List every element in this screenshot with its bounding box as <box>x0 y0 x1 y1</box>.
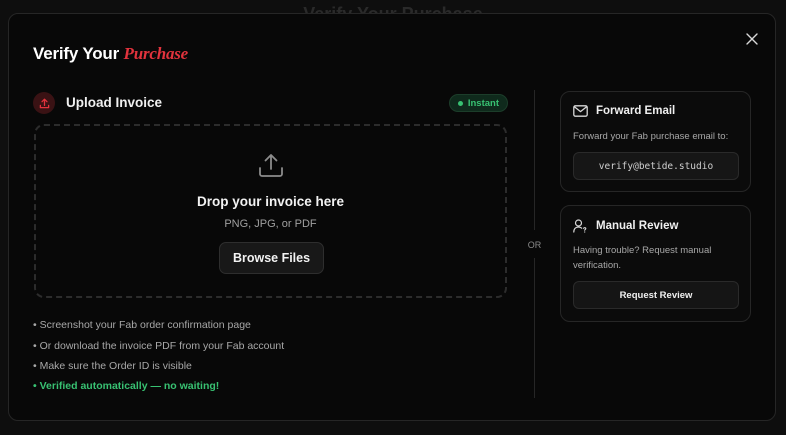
instant-badge: Instant <box>448 94 508 112</box>
forward-email-card: Forward Email Forward your Fab purchase … <box>560 91 751 192</box>
modal-title: Verify Your Purchase <box>33 44 188 64</box>
upload-badge <box>33 92 55 114</box>
upload-tips-list: • Screenshot your Fab order confirmation… <box>33 318 284 392</box>
verification-email-address[interactable]: verify@betide.studio <box>573 152 739 180</box>
close-icon <box>746 33 758 45</box>
tip-item: • Make sure the Order ID is visible <box>33 360 192 372</box>
manual-review-card: Manual Review Having trouble? Request ma… <box>560 205 751 322</box>
divider-line-top <box>534 90 535 230</box>
modal-title-prefix: Verify Your <box>33 44 124 63</box>
dropzone-formats: PNG, JPG, or PDF <box>224 218 317 230</box>
manual-review-title: Manual Review <box>596 220 679 232</box>
divider-line-bottom <box>534 258 535 398</box>
dropzone-title: Drop your invoice here <box>196 194 345 209</box>
upload-invoice-header: Upload Invoice Instant <box>33 92 508 114</box>
upload-icon <box>39 98 49 108</box>
invoice-dropzone[interactable]: Drop your invoice here PNG, JPG, or PDF … <box>34 124 507 298</box>
mail-icon <box>573 105 588 117</box>
close-button[interactable] <box>743 30 761 48</box>
tip-item: • Screenshot your Fab order confirmation… <box>33 319 251 331</box>
modal-title-accent: Purchase <box>123 44 189 63</box>
verify-purchase-modal: Verify Your Purchase Upload Invoice Inst… <box>8 13 776 421</box>
manual-review-description: Having trouble? Request manual verificat… <box>573 245 712 271</box>
browse-files-button[interactable]: Browse Files <box>219 242 324 274</box>
forward-email-header: Forward Email <box>573 105 675 117</box>
tip-item: • Or download the invoice PDF from your … <box>33 339 285 352</box>
forward-email-description: Forward your Fab purchase email to: <box>573 131 729 142</box>
status-dot-icon <box>457 100 463 106</box>
upload-invoice-title: Upload Invoice <box>66 95 163 110</box>
instant-badge-label: Instant <box>467 97 499 109</box>
forward-email-title: Forward Email <box>596 105 676 117</box>
request-review-button[interactable]: Request Review <box>573 281 739 309</box>
upload-tray-icon <box>259 154 283 177</box>
or-divider-label: OR <box>527 240 542 250</box>
auto-verify-note: • Verified automatically — no waiting! <box>33 379 220 392</box>
manual-review-header: Manual Review <box>573 219 678 233</box>
user-question-icon <box>573 219 587 233</box>
